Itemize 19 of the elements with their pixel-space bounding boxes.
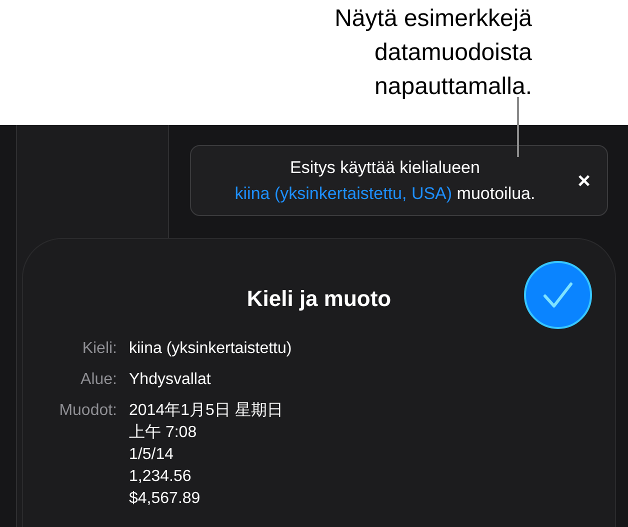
field-value: $4,567.89 [129, 489, 202, 509]
callout-text: napauttamalla. [374, 72, 532, 102]
locale-link[interactable]: kiina (yksinkertaistettu, USA) [234, 184, 452, 202]
close-button[interactable]: × [573, 170, 595, 192]
field-value: 1,234.56 [129, 467, 192, 487]
leader-line [517, 97, 519, 157]
sheet-title: Kieli ja muoto [246, 285, 392, 313]
banner-text: Esitys käyttää kielialueen kiina (yksinkertaistettu, USA) muotoilua. [234, 156, 536, 204]
field-value: kiina (yksinkertaistettu) [129, 339, 292, 359]
callout-text: datamuodoista [374, 38, 532, 68]
field-value: Yhdysvallat [129, 370, 211, 390]
field-label: Alue: [80, 370, 117, 390]
callout-text: Näytä esimerkkejä [334, 4, 532, 34]
checkmark-icon [543, 282, 573, 308]
field-label: Muodot: [58, 401, 117, 421]
field-value: 2014年1月5日 星期日 [129, 401, 283, 421]
field-value: 上午 7:08 [129, 422, 198, 443]
field-value: 1/5/14 [129, 445, 174, 465]
field-label: Kieli: [81, 339, 117, 359]
